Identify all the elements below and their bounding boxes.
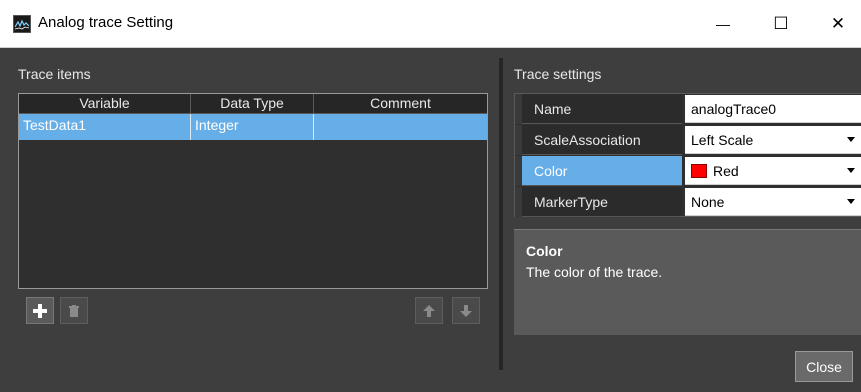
trace-settings-title: Trace settings <box>514 66 602 82</box>
column-header-data-type[interactable]: Data Type <box>191 94 314 113</box>
column-header-variable[interactable]: Variable <box>19 94 191 113</box>
move-up-button[interactable] <box>415 297 443 324</box>
panel-splitter[interactable] <box>499 58 503 370</box>
trash-icon <box>69 304 79 317</box>
property-label: Name <box>522 94 682 124</box>
row-gutter <box>515 125 522 155</box>
color-dropdown[interactable]: Red <box>685 157 861 185</box>
trace-items-table: Variable Data Type Comment TestData1 Int… <box>18 93 488 289</box>
close-button[interactable]: Close <box>795 351 853 382</box>
property-row-marker-type[interactable]: MarkerType None <box>515 187 861 217</box>
title-bar: Analog trace Setting — ☐ ✕ <box>0 0 861 48</box>
cell-variable[interactable]: TestData1 <box>19 114 191 140</box>
chevron-down-icon <box>847 168 855 173</box>
add-item-button[interactable] <box>26 297 54 324</box>
property-label: ScaleAssociation <box>522 125 682 155</box>
property-row-name[interactable]: Name analogTrace0 <box>515 94 861 124</box>
property-grid: Name analogTrace0 ScaleAssociation Left … <box>514 93 861 217</box>
color-swatch <box>691 164 707 178</box>
chevron-down-icon <box>847 199 855 204</box>
property-value: None <box>691 194 725 210</box>
close-icon: ✕ <box>830 14 846 33</box>
property-row-color[interactable]: Color Red <box>515 156 861 186</box>
table-row[interactable]: TestData1 Integer <box>19 114 487 140</box>
property-description-panel: Color The color of the trace. <box>514 229 861 335</box>
maximize-button[interactable]: ☐ <box>758 0 804 48</box>
scale-association-dropdown[interactable]: Left Scale <box>685 126 861 154</box>
maximize-icon: ☐ <box>773 14 789 33</box>
close-window-button[interactable]: ✕ <box>815 0 861 48</box>
property-value: analogTrace0 <box>691 101 777 117</box>
app-icon <box>13 15 31 33</box>
chevron-down-icon <box>847 137 855 142</box>
delete-item-button[interactable] <box>60 297 88 324</box>
window-title: Analog trace Setting <box>38 14 174 31</box>
property-label: MarkerType <box>522 187 682 217</box>
marker-type-dropdown[interactable]: None <box>685 188 861 216</box>
trace-items-title: Trace items <box>18 66 91 82</box>
cell-comment[interactable] <box>314 114 487 140</box>
minimize-button[interactable]: — <box>700 0 746 48</box>
move-down-button[interactable] <box>452 297 480 324</box>
row-gutter <box>515 156 522 186</box>
property-label: Color <box>522 156 682 186</box>
row-gutter <box>515 187 522 217</box>
description-text: The color of the trace. <box>526 264 663 280</box>
minimize-icon: — <box>716 16 730 32</box>
cell-data-type[interactable]: Integer <box>191 114 314 140</box>
description-title: Color <box>526 243 563 259</box>
column-header-comment[interactable]: Comment <box>314 94 487 113</box>
table-header: Variable Data Type Comment <box>19 94 487 114</box>
arrow-down-icon <box>460 304 472 317</box>
property-value: Left Scale <box>691 132 754 148</box>
property-value: Red <box>713 163 739 179</box>
property-row-scale-association[interactable]: ScaleAssociation Left Scale <box>515 125 861 155</box>
arrow-up-icon <box>423 304 435 317</box>
name-input[interactable]: analogTrace0 <box>685 95 861 123</box>
plus-icon <box>33 303 47 318</box>
row-gutter <box>515 94 522 124</box>
